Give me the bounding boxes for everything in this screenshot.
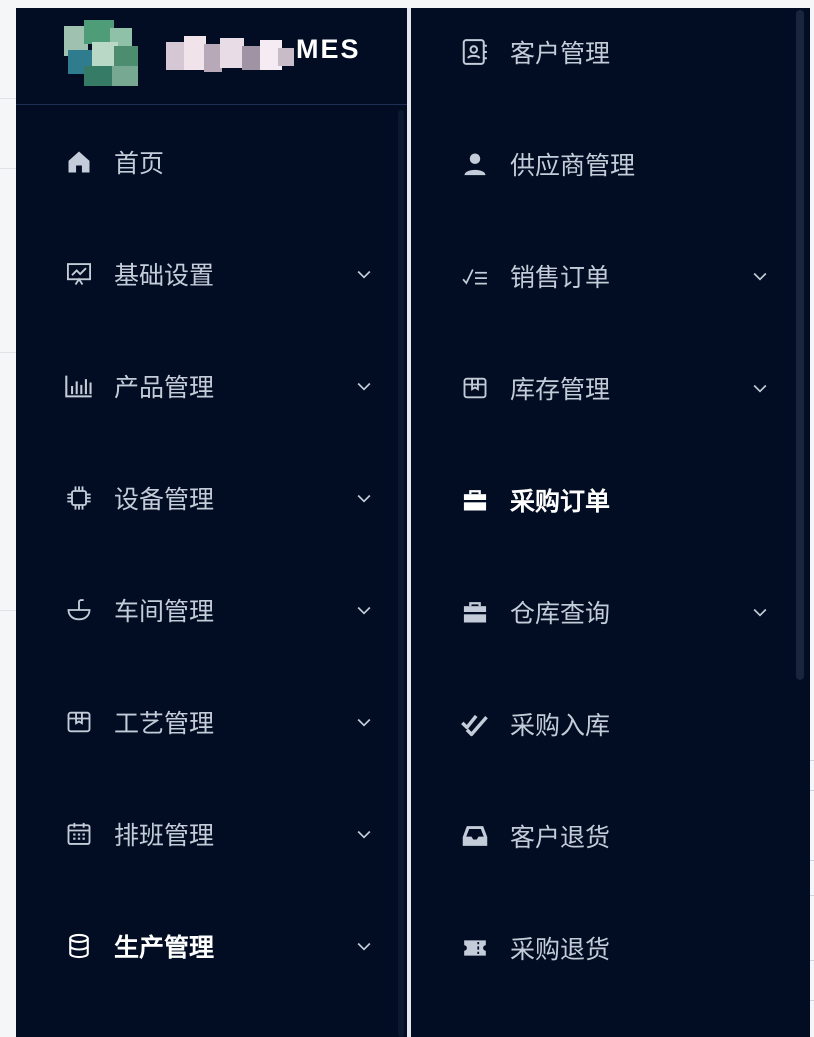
logo-icon (64, 20, 154, 92)
menu-item-purchase-inbound[interactable]: 采购入库 (460, 694, 780, 754)
menu-item-label: 车间管理 (114, 597, 215, 626)
menu-item-label: 产品管理 (114, 373, 215, 402)
menu-item-production-management[interactable]: 生产管理 (64, 916, 384, 976)
menu-item-customer-management[interactable]: 客户管理 (460, 22, 780, 82)
ticket-icon (460, 933, 490, 963)
basin-icon (64, 595, 94, 625)
menu-item-label: 设备管理 (114, 485, 215, 514)
menu-item-label: 仓库查询 (510, 599, 611, 628)
menu-item-inventory-management[interactable]: 库存管理 (460, 358, 780, 418)
chevron-down-icon[interactable] (354, 600, 374, 620)
chip-icon (64, 483, 94, 513)
menu-item-label: 客户退货 (510, 823, 611, 852)
contact-book-icon (460, 37, 490, 67)
package-icon (64, 707, 94, 737)
logo-area[interactable]: MES (16, 8, 407, 105)
briefcase-icon (460, 485, 490, 515)
menu-item-label: 采购退货 (510, 935, 611, 964)
chevron-down-icon[interactable] (750, 602, 770, 622)
menu-item-purchase-order[interactable]: 采购订单 (460, 470, 780, 530)
menu-item-label: 排班管理 (114, 821, 215, 850)
menu-item-product-management[interactable]: 产品管理 (64, 356, 384, 416)
package-icon (460, 373, 490, 403)
menu-item-label: 采购入库 (510, 711, 611, 740)
logo-text: MES (296, 34, 361, 64)
chevron-down-icon[interactable] (354, 376, 374, 396)
menu-item-process-management[interactable]: 工艺管理 (64, 692, 384, 752)
checklist-icon (460, 261, 490, 291)
menu-item-label: 销售订单 (510, 263, 611, 292)
menu-item-supplier-management[interactable]: 供应商管理 (460, 134, 780, 194)
menu-item-label: 库存管理 (510, 375, 611, 404)
menu-item-label: 供应商管理 (510, 151, 636, 180)
menu-item-label: 工艺管理 (114, 709, 215, 738)
menu-item-workshop-management[interactable]: 车间管理 (64, 580, 384, 640)
menu-item-warehouse-query[interactable]: 仓库查询 (460, 582, 780, 642)
inbox-icon (460, 821, 490, 851)
calendar-icon (64, 819, 94, 849)
menu-item-schedule-management[interactable]: 排班管理 (64, 804, 384, 864)
menu-item-label: 客户管理 (510, 39, 611, 68)
menu-item-label: 基础设置 (114, 261, 215, 290)
home-icon (64, 147, 94, 177)
chevron-down-icon[interactable] (750, 266, 770, 286)
double-check-icon (460, 709, 490, 739)
logo-blurred-text (166, 36, 294, 78)
menu-item-label: 生产管理 (114, 933, 215, 962)
left-scrollbar[interactable] (398, 110, 404, 1037)
chevron-down-icon[interactable] (354, 712, 374, 732)
menu-item-label: 首页 (114, 149, 165, 178)
menu-item-label: 采购订单 (510, 487, 611, 516)
briefcase-icon (460, 597, 490, 627)
database-icon (64, 931, 94, 961)
menu-item-basic-settings[interactable]: 基础设置 (64, 244, 384, 304)
menu-item-equipment-management[interactable]: 设备管理 (64, 468, 384, 528)
menu-item-sales-order[interactable]: 销售订单 (460, 246, 780, 306)
chevron-down-icon[interactable] (354, 264, 374, 284)
chevron-down-icon[interactable] (354, 824, 374, 844)
chevron-down-icon[interactable] (354, 936, 374, 956)
menu-item-customer-return[interactable]: 客户退货 (460, 806, 780, 866)
right-scrollbar[interactable] (796, 10, 804, 680)
chevron-down-icon[interactable] (750, 378, 770, 398)
chevron-down-icon[interactable] (354, 488, 374, 508)
menu-item-purchase-return[interactable]: 采购退货 (460, 918, 780, 978)
user-icon (460, 149, 490, 179)
bar-chart-icon (64, 371, 94, 401)
presentation-chart-icon (64, 259, 94, 289)
menu-item-home[interactable]: 首页 (64, 132, 384, 192)
